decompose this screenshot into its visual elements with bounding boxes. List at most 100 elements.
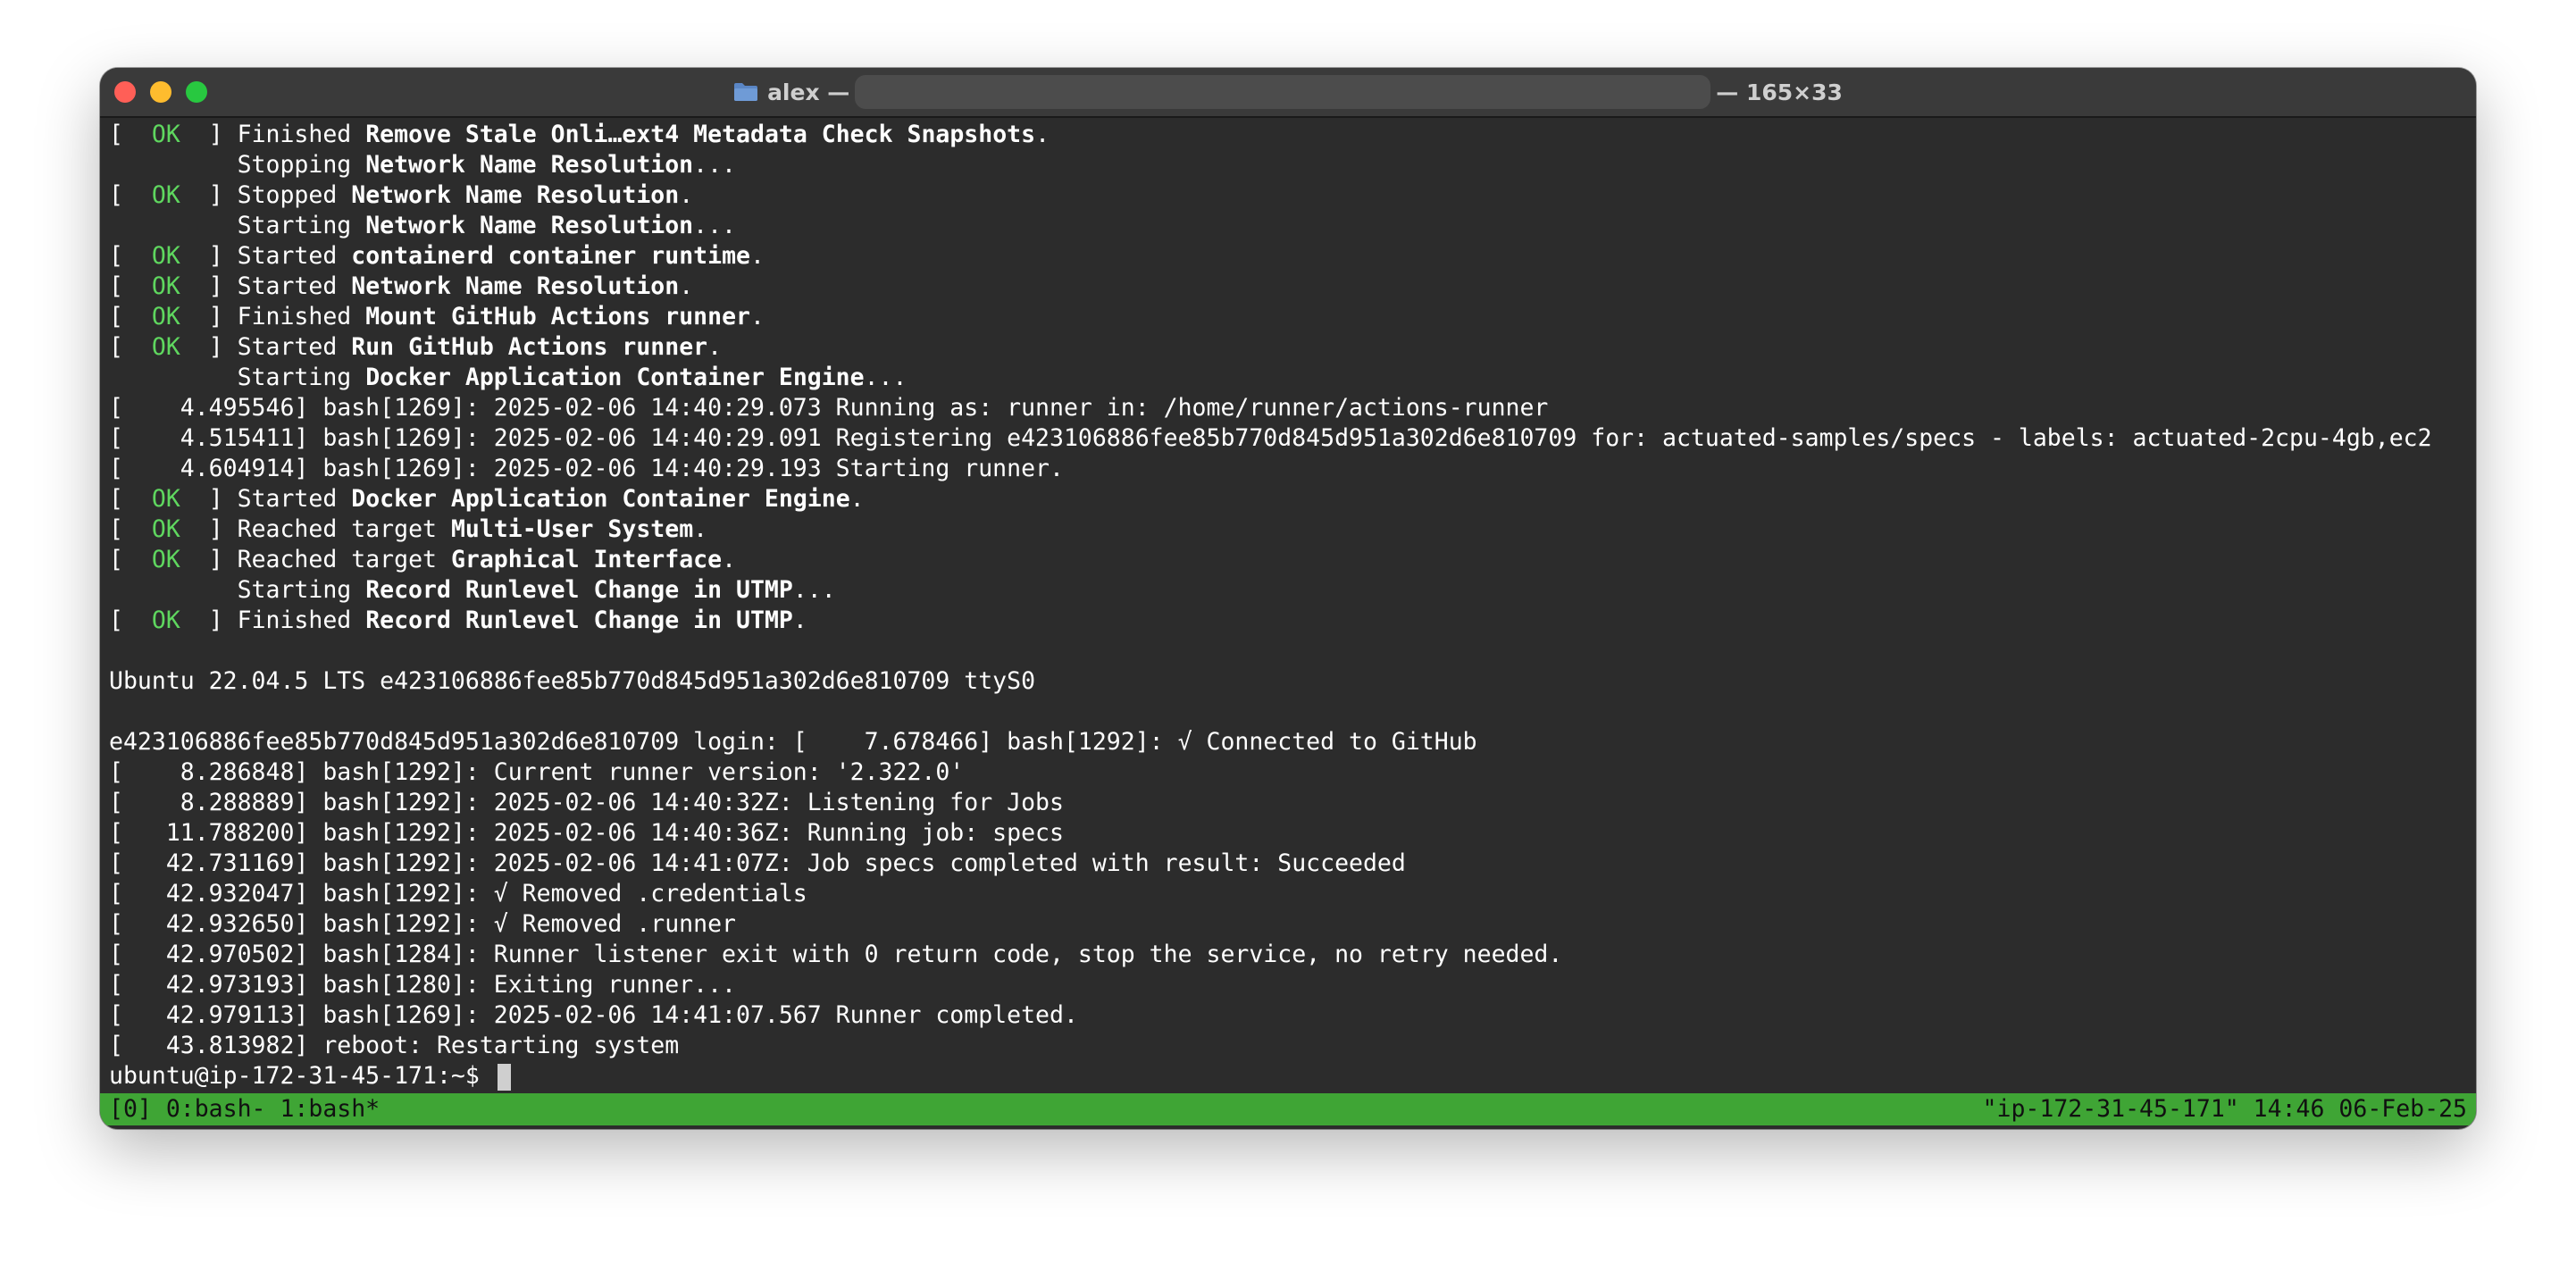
terminal-line: [ 8.286848] bash[1292]: Current runner v… bbox=[109, 757, 2467, 788]
redacted-title-region bbox=[855, 75, 1711, 109]
unit-name: Network Name Resolution bbox=[365, 151, 694, 179]
line-text: [ 42.973193] bash[1280]: Exiting runner.… bbox=[109, 971, 736, 999]
ok-status: OK bbox=[151, 121, 180, 148]
unit-name: Network Name Resolution bbox=[365, 212, 694, 239]
terminal-line: [ OK ] Finished Mount GitHub Actions run… bbox=[109, 302, 2467, 332]
line-text: ] Started bbox=[180, 333, 352, 361]
line-text: . bbox=[707, 333, 723, 361]
terminal-line: [ 42.932047] bash[1292]: √ Removed .cred… bbox=[109, 879, 2467, 909]
line-text: [ bbox=[109, 181, 152, 209]
ok-status: OK bbox=[151, 303, 180, 330]
line-text: [ 4.495546] bash[1269]: 2025-02-06 14:40… bbox=[109, 394, 1549, 422]
ok-status: OK bbox=[151, 606, 180, 634]
line-text: . bbox=[679, 272, 694, 300]
line-text: [ 8.286848] bash[1292]: Current runner v… bbox=[109, 758, 965, 786]
terminal-line: [ OK ] Finished Record Runlevel Change i… bbox=[109, 606, 2467, 636]
line-text: [ bbox=[109, 303, 152, 330]
line-text: [ 42.932650] bash[1292]: √ Removed .runn… bbox=[109, 910, 736, 938]
line-text: Ubuntu 22.04.5 LTS e423106886fee85b770d8… bbox=[109, 667, 1036, 695]
ok-status: OK bbox=[151, 242, 180, 270]
terminal-line: [ 42.932650] bash[1292]: √ Removed .runn… bbox=[109, 909, 2467, 940]
terminal-line: [ OK ] Started Docker Application Contai… bbox=[109, 484, 2467, 514]
line-text: Stopping bbox=[109, 151, 366, 179]
line-text: [ bbox=[109, 606, 152, 634]
unit-name: Network Name Resolution bbox=[351, 181, 680, 209]
terminal-line: Ubuntu 22.04.5 LTS e423106886fee85b770d8… bbox=[109, 666, 2467, 697]
line-text: ] Stopped bbox=[180, 181, 352, 209]
unit-name: Graphical Interface bbox=[450, 546, 723, 573]
line-text: ] Started bbox=[180, 272, 352, 300]
line-text: [ 4.604914] bash[1269]: 2025-02-06 14:40… bbox=[109, 455, 1064, 482]
terminal-line: Starting Record Runlevel Change in UTMP.… bbox=[109, 575, 2467, 606]
line-text: [ bbox=[109, 272, 152, 300]
unit-name: Mount GitHub Actions runner bbox=[365, 303, 750, 330]
line-text: ] Reached target bbox=[180, 515, 451, 543]
folder-icon bbox=[733, 82, 758, 102]
terminal-line: [ 4.495546] bash[1269]: 2025-02-06 14:40… bbox=[109, 393, 2467, 423]
line-text: [ bbox=[109, 242, 152, 270]
unit-name: Remove Stale Onli…ext4 Metadata Check Sn… bbox=[365, 121, 1036, 148]
terminal-line: [ 4.515411] bash[1269]: 2025-02-06 14:40… bbox=[109, 423, 2467, 454]
line-text: ... bbox=[792, 576, 836, 604]
tmux-status-bar: [0] 0:bash- 1:bash* "ip-172-31-45-171" 1… bbox=[100, 1093, 2476, 1125]
line-text: Starting bbox=[109, 364, 366, 391]
ok-status: OK bbox=[151, 546, 180, 573]
line-text: [ 42.979113] bash[1269]: 2025-02-06 14:4… bbox=[109, 1001, 1078, 1029]
terminal-line: [ 42.973193] bash[1280]: Exiting runner.… bbox=[109, 970, 2467, 1000]
terminal-output[interactable]: [ OK ] Finished Remove Stale Onli…ext4 M… bbox=[109, 120, 2467, 1092]
terminal-line: [ 11.788200] bash[1292]: 2025-02-06 14:4… bbox=[109, 818, 2467, 849]
terminal-line: [ OK ] Stopped Network Name Resolution. bbox=[109, 180, 2467, 211]
terminal-line: [ 42.979113] bash[1269]: 2025-02-06 14:4… bbox=[109, 1000, 2467, 1031]
terminal-line: e423106886fee85b770d845d951a302d6e810709… bbox=[109, 727, 2467, 757]
line-text: . bbox=[849, 485, 865, 513]
line-text: [ 11.788200] bash[1292]: 2025-02-06 14:4… bbox=[109, 819, 1064, 847]
line-text: [ 42.932047] bash[1292]: √ Removed .cred… bbox=[109, 880, 807, 908]
terminal-line: [ OK ] Started containerd container runt… bbox=[109, 241, 2467, 272]
line-text: [ bbox=[109, 121, 152, 148]
line-text: ] Started bbox=[180, 242, 352, 270]
line-text: ... bbox=[693, 212, 737, 239]
tmux-window-list[interactable]: [0] 0:bash- 1:bash* bbox=[109, 1093, 380, 1125]
shell-prompt-line[interactable]: ubuntu@ip-172-31-45-171:~$ bbox=[109, 1061, 2467, 1092]
unit-name: containerd container runtime bbox=[351, 242, 750, 270]
line-text: ] Started bbox=[180, 485, 352, 513]
unit-name: Record Runlevel Change in UTMP bbox=[365, 606, 793, 634]
terminal-line: [ OK ] Started Network Name Resolution. bbox=[109, 272, 2467, 302]
line-text: . bbox=[749, 242, 765, 270]
line-text: [ bbox=[109, 546, 152, 573]
line-text: [ 8.288889] bash[1292]: 2025-02-06 14:40… bbox=[109, 789, 1064, 816]
ok-status: OK bbox=[151, 333, 180, 361]
line-text: ... bbox=[864, 364, 907, 391]
terminal-line: [ OK ] Reached target Graphical Interfac… bbox=[109, 545, 2467, 575]
line-text: [ bbox=[109, 485, 152, 513]
ok-status: OK bbox=[151, 181, 180, 209]
line-text: ] Finished bbox=[180, 303, 366, 330]
tmux-status-right: "ip-172-31-45-171" 14:46 06-Feb-25 bbox=[1982, 1095, 2467, 1123]
window-title-user: alex — bbox=[767, 79, 850, 105]
terminal-line: [ 42.731169] bash[1292]: 2025-02-06 14:4… bbox=[109, 849, 2467, 879]
terminal-window: alex — — 165×33 [ OK ] Finished Remove S… bbox=[100, 68, 2476, 1129]
terminal-line: Starting Docker Application Container En… bbox=[109, 363, 2467, 393]
title-bar: alex — — 165×33 bbox=[100, 68, 2476, 118]
line-text: e423106886fee85b770d845d951a302d6e810709… bbox=[109, 728, 1477, 756]
terminal-line: [ 43.813982] reboot: Restarting system bbox=[109, 1031, 2467, 1061]
text-cursor bbox=[497, 1063, 511, 1091]
line-text: [ 42.970502] bash[1284]: Runner listener… bbox=[109, 941, 1563, 968]
line-text: Starting bbox=[109, 576, 366, 604]
line-text: [ bbox=[109, 515, 152, 543]
line-text: . bbox=[679, 181, 694, 209]
line-text: [ 43.813982] reboot: Restarting system bbox=[109, 1032, 680, 1059]
ok-status: OK bbox=[151, 272, 180, 300]
window-title: alex — — 165×33 bbox=[100, 68, 2476, 116]
unit-name: Multi-User System bbox=[450, 515, 694, 543]
terminal-line: [ OK ] Finished Remove Stale Onli…ext4 M… bbox=[109, 120, 2467, 150]
line-text: [ 42.731169] bash[1292]: 2025-02-06 14:4… bbox=[109, 849, 1406, 877]
line-text: Starting bbox=[109, 212, 366, 239]
ok-status: OK bbox=[151, 485, 180, 513]
unit-name: Network Name Resolution bbox=[351, 272, 680, 300]
line-text: . bbox=[792, 606, 807, 634]
line-text: ] Reached target bbox=[180, 546, 451, 573]
terminal-line: [ 8.288889] bash[1292]: 2025-02-06 14:40… bbox=[109, 788, 2467, 818]
